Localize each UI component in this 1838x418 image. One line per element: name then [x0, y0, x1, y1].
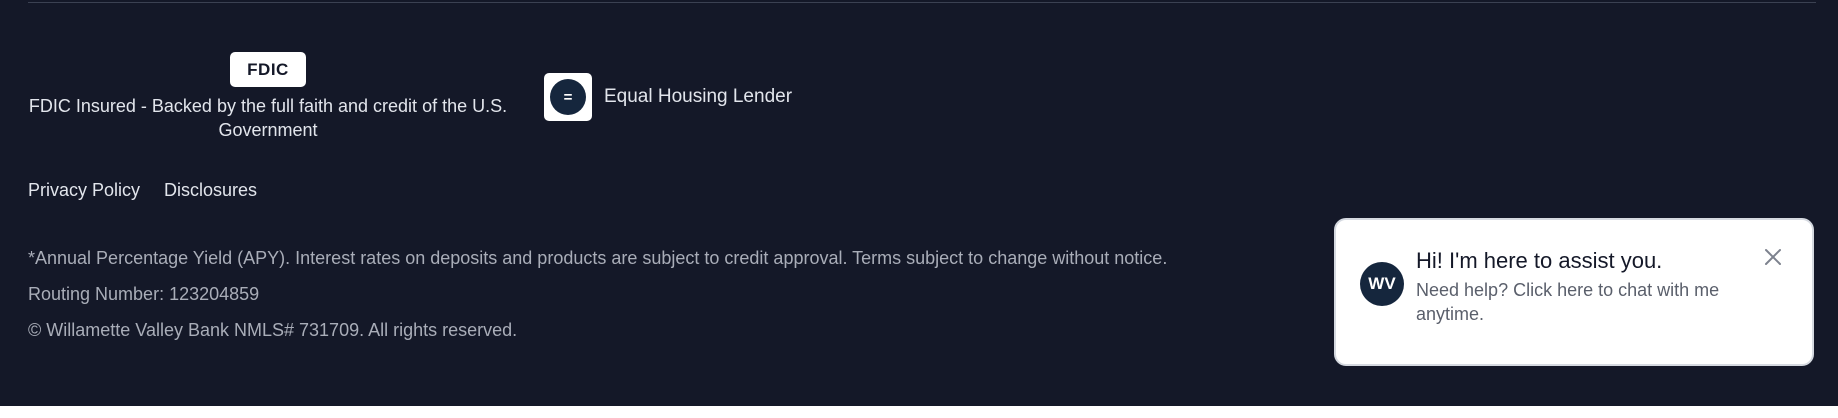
- equal-housing-icon: =: [544, 73, 592, 121]
- divider: [28, 2, 1816, 3]
- fdic-logo: FDIC: [230, 52, 306, 87]
- fdic-section: FDIC FDIC Insured - Backed by the full f…: [28, 52, 508, 142]
- copyright: © Willamette Valley Bank NMLS# 731709. A…: [28, 320, 518, 340]
- equal-housing-symbol: =: [550, 79, 586, 115]
- chat-subtitle: Need help? Click here to chat with me an…: [1416, 280, 1720, 324]
- equal-housing-label: Equal Housing Lender: [604, 86, 793, 107]
- legal-notices: *Annual Percentage Yield (APY). Interest…: [28, 240, 1167, 348]
- apy-disclaimer: *Annual Percentage Yield (APY). Interest…: [28, 248, 1168, 268]
- close-icon[interactable]: [1762, 246, 1784, 268]
- chat-avatar: WV: [1360, 262, 1404, 306]
- chat-prompt-card[interactable]: WV Hi! I'm here to assist you. Need help…: [1334, 218, 1814, 366]
- footer-links: Privacy Policy Disclosures: [28, 180, 257, 201]
- routing-number: Routing Number: 123204859: [28, 284, 260, 304]
- fdic-text: FDIC Insured - Backed by the full faith …: [28, 96, 508, 140]
- disclosures-link[interactable]: Disclosures: [164, 180, 257, 201]
- chat-title: Hi! I'm here to assist you.: [1416, 248, 1663, 273]
- equal-housing-section: = Equal Housing Lender: [544, 73, 792, 121]
- privacy-policy-link[interactable]: Privacy Policy: [28, 180, 140, 201]
- site-footer: FDIC FDIC Insured - Backed by the full f…: [0, 0, 1838, 406]
